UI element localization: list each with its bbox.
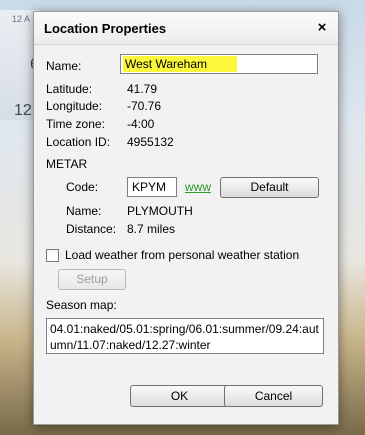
season-map-label: Season map:	[46, 298, 117, 312]
widget-value-text: 12	[14, 102, 32, 119]
location-id-value: 4955132	[127, 135, 174, 149]
timezone-value: -4:00	[127, 117, 155, 131]
cancel-button[interactable]: Cancel	[224, 385, 323, 407]
longitude-value: -70.76	[127, 99, 162, 113]
dialog-titlebar: Location Properties ×	[34, 12, 338, 45]
dialog-title: Location Properties	[44, 21, 167, 36]
metar-distance-label: Distance:	[66, 222, 117, 236]
metar-distance-value: 8.7 miles	[127, 222, 176, 236]
www-link[interactable]: www	[185, 180, 211, 194]
ok-button[interactable]: OK	[130, 385, 229, 407]
widget-time-text: 12 A	[12, 14, 31, 24]
setup-button[interactable]: Setup	[58, 269, 126, 290]
location-properties-dialog: Location Properties × Name: West Wareham…	[33, 11, 339, 425]
latitude-label: Latitude:	[46, 82, 93, 96]
metar-name-value: PLYMOUTH	[127, 204, 193, 218]
metar-code-label: Code:	[66, 180, 99, 194]
latitude-value: 41.79	[127, 82, 158, 96]
longitude-label: Longitude:	[46, 99, 103, 113]
timezone-label: Time zone:	[46, 117, 105, 131]
name-label: Name:	[46, 59, 82, 73]
season-map-field[interactable]: 04.01:naked/05.01:spring/06.01:summer/09…	[46, 318, 324, 354]
pws-checkbox[interactable]	[46, 249, 59, 262]
default-button[interactable]: Default	[220, 177, 319, 198]
location-id-label: Location ID:	[46, 135, 111, 149]
metar-section-label: METAR	[46, 157, 88, 171]
location-name-input[interactable]: West Wareham	[120, 54, 318, 74]
metar-code-input[interactable]: KPYM	[127, 177, 177, 197]
metar-name-label: Name:	[66, 204, 102, 218]
pws-checkbox-label[interactable]: Load weather from personal weather stati…	[65, 248, 299, 262]
location-name-value: West Wareham	[123, 56, 238, 72]
close-icon[interactable]: ×	[312, 18, 332, 38]
